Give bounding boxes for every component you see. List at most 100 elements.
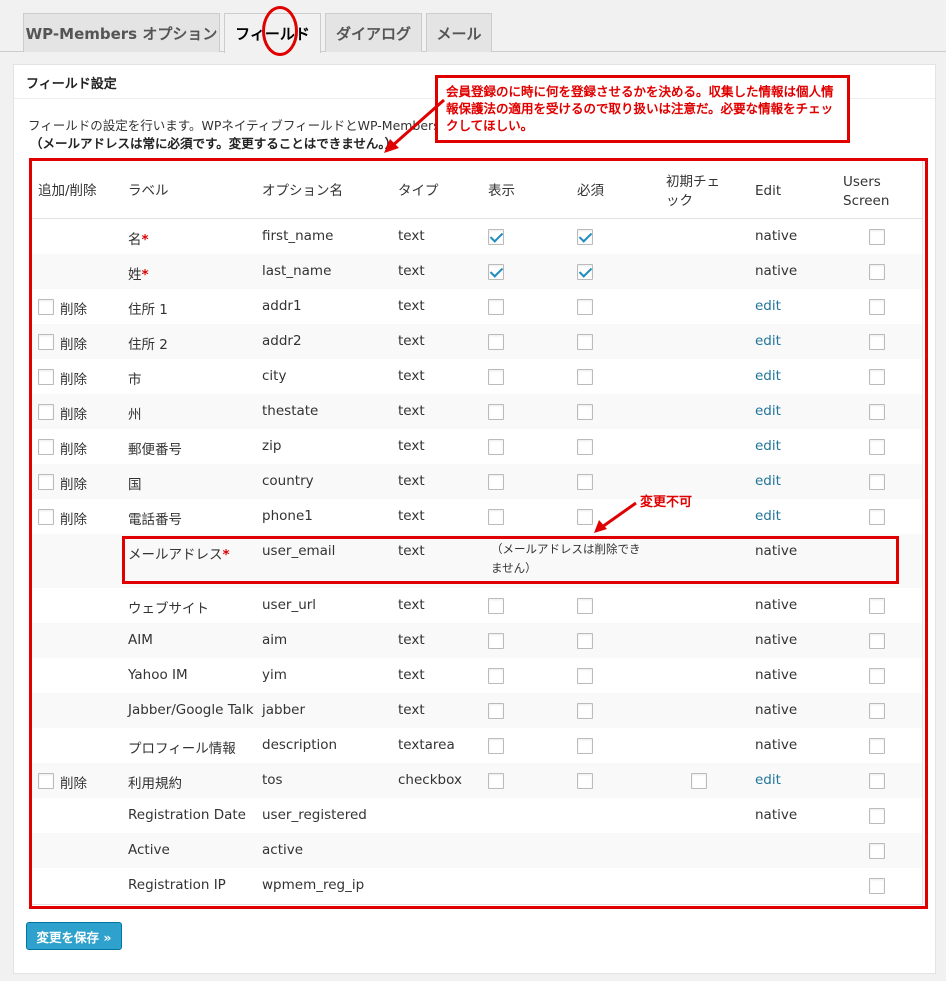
users-screen-checkbox[interactable] <box>869 878 885 894</box>
edit-native: native <box>755 667 798 683</box>
required-checkbox[interactable] <box>577 299 593 315</box>
users-screen-checkbox[interactable] <box>869 404 885 420</box>
users-screen-checkbox[interactable] <box>869 703 885 719</box>
required-checkbox[interactable] <box>577 738 593 754</box>
field-label: 住所 2 <box>128 337 168 353</box>
field-label: 郵便番号 <box>128 442 182 458</box>
header-edit: Edit <box>755 183 782 199</box>
save-changes-button[interactable]: 変更を保存 » <box>26 922 122 950</box>
display-checkbox[interactable] <box>488 229 504 245</box>
display-checkbox[interactable] <box>488 738 504 754</box>
table-row: Registration Date user_registered native <box>31 798 922 833</box>
required-checkbox[interactable] <box>577 703 593 719</box>
field-type: text <box>398 667 425 683</box>
users-screen-checkbox[interactable] <box>869 773 885 789</box>
users-screen-checkbox[interactable] <box>869 299 885 315</box>
display-checkbox[interactable] <box>488 598 504 614</box>
table-header: 追加/削除 ラベル オプション名 タイプ 表示 必須 初期チェック Edit U… <box>31 161 922 219</box>
delete-checkbox[interactable] <box>38 334 54 350</box>
required-checkbox[interactable] <box>577 633 593 649</box>
edit-native: native <box>755 632 798 648</box>
field-type: text <box>398 508 425 524</box>
required-checkbox[interactable] <box>577 474 593 490</box>
required-checkbox[interactable] <box>577 439 593 455</box>
field-label: メールアドレス* <box>128 547 230 563</box>
field-option-name: user_url <box>262 597 317 613</box>
delete-checkbox[interactable] <box>38 369 54 385</box>
field-type: text <box>398 333 425 349</box>
table-row: Active active <box>31 833 922 868</box>
users-screen-checkbox[interactable] <box>869 369 885 385</box>
delete-label: 削除 <box>60 372 87 388</box>
display-checkbox[interactable] <box>488 703 504 719</box>
edit-link[interactable]: edit <box>755 473 781 489</box>
field-label: Yahoo IM <box>128 667 188 683</box>
field-label: 利用規約 <box>128 776 182 792</box>
field-option-name: active <box>262 842 304 858</box>
display-checkbox[interactable] <box>488 474 504 490</box>
field-option-name: thestate <box>262 403 319 419</box>
delete-checkbox[interactable] <box>38 299 54 315</box>
delete-checkbox[interactable] <box>38 404 54 420</box>
required-checkbox[interactable] <box>577 334 593 350</box>
users-screen-checkbox[interactable] <box>869 474 885 490</box>
delete-label: 削除 <box>60 302 87 318</box>
users-screen-checkbox[interactable] <box>869 738 885 754</box>
tab-wp-members-options[interactable]: WP-Members オプション <box>23 13 220 52</box>
edit-link[interactable]: edit <box>755 333 781 349</box>
display-checkbox[interactable] <box>488 404 504 420</box>
field-option-name: yim <box>262 667 287 683</box>
display-checkbox[interactable] <box>488 509 504 525</box>
required-checkbox[interactable] <box>577 598 593 614</box>
delete-checkbox[interactable] <box>38 773 54 789</box>
table-row: Yahoo IM yim text native <box>31 658 922 693</box>
field-label: Active <box>128 842 170 858</box>
display-checkbox[interactable] <box>488 773 504 789</box>
required-checkbox[interactable] <box>577 369 593 385</box>
header-display: 表示 <box>488 183 515 199</box>
users-screen-checkbox[interactable] <box>869 598 885 614</box>
display-checkbox[interactable] <box>488 299 504 315</box>
users-screen-checkbox[interactable] <box>869 509 885 525</box>
edit-link[interactable]: edit <box>755 508 781 524</box>
table-row: メールアドレス* user_email text （メールアドレスは削除できません） n… <box>31 534 922 588</box>
field-option-name: tos <box>262 772 283 788</box>
users-screen-checkbox[interactable] <box>869 808 885 824</box>
required-checkbox[interactable] <box>577 773 593 789</box>
field-option-name: first_name <box>262 228 334 244</box>
display-checkbox[interactable] <box>488 264 504 280</box>
tab-emails[interactable]: メール <box>426 13 492 52</box>
table-row: 削除 住所 1 addr1 text edit <box>31 289 922 324</box>
users-screen-checkbox[interactable] <box>869 264 885 280</box>
required-checkbox[interactable] <box>577 668 593 684</box>
display-checkbox[interactable] <box>488 334 504 350</box>
users-screen-checkbox[interactable] <box>869 229 885 245</box>
display-checkbox[interactable] <box>488 439 504 455</box>
users-screen-checkbox[interactable] <box>869 668 885 684</box>
users-screen-checkbox[interactable] <box>869 334 885 350</box>
required-checkbox[interactable] <box>577 229 593 245</box>
users-screen-checkbox[interactable] <box>869 843 885 859</box>
edit-link[interactable]: edit <box>755 298 781 314</box>
edit-link[interactable]: edit <box>755 368 781 384</box>
edit-link[interactable]: edit <box>755 438 781 454</box>
tab-dialogs[interactable]: ダイアログ <box>325 13 422 52</box>
required-checkbox[interactable] <box>577 264 593 280</box>
display-checkbox[interactable] <box>488 369 504 385</box>
table-row: 削除 利用規約 tos checkbox edit <box>31 763 922 798</box>
display-checkbox[interactable] <box>488 633 504 649</box>
field-type: text <box>398 263 425 279</box>
delete-checkbox[interactable] <box>38 509 54 525</box>
checked-default-checkbox[interactable] <box>691 773 707 789</box>
edit-link[interactable]: edit <box>755 403 781 419</box>
delete-checkbox[interactable] <box>38 474 54 490</box>
field-label: Jabber/Google Talk <box>128 702 254 718</box>
edit-link[interactable]: edit <box>755 772 781 788</box>
display-checkbox[interactable] <box>488 668 504 684</box>
header-required: 必須 <box>577 183 604 199</box>
required-checkbox[interactable] <box>577 404 593 420</box>
users-screen-checkbox[interactable] <box>869 633 885 649</box>
users-screen-checkbox[interactable] <box>869 439 885 455</box>
delete-checkbox[interactable] <box>38 439 54 455</box>
required-checkbox[interactable] <box>577 509 593 525</box>
